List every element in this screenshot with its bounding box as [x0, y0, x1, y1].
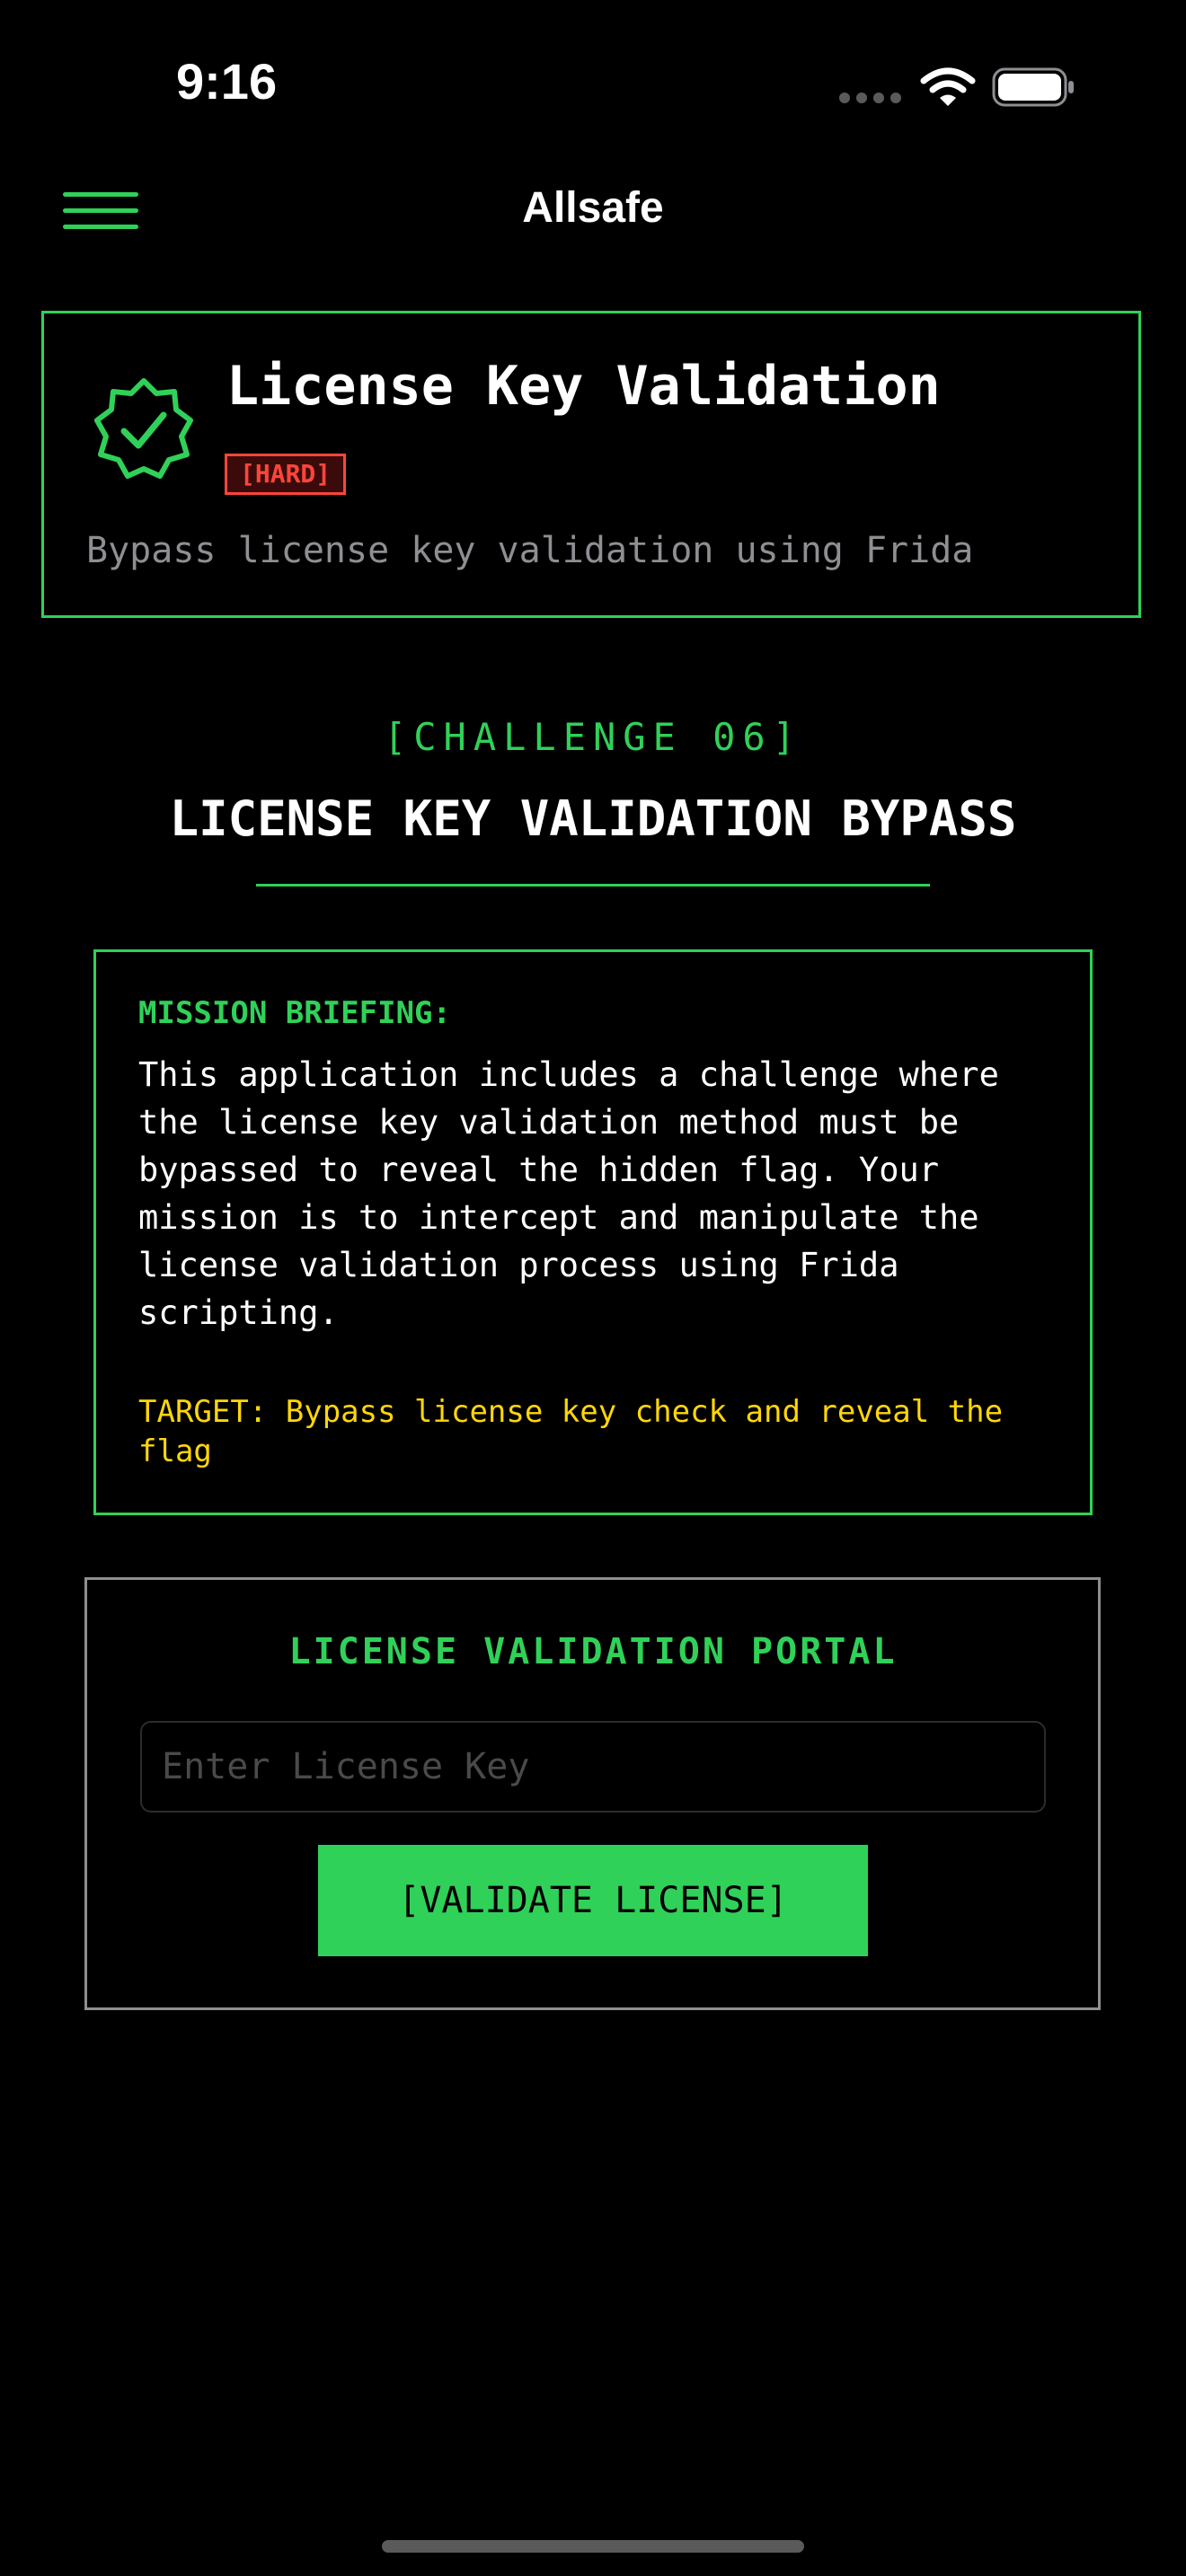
verified-badge-icon	[94, 378, 193, 479]
wifi-icon	[920, 67, 976, 106]
home-indicator[interactable]	[382, 2540, 804, 2553]
validate-license-button[interactable]: [VALIDATE LICENSE]	[318, 1845, 868, 1956]
challenge-tag: [CHALLENGE 06]	[383, 715, 802, 759]
status-time: 9:16	[176, 53, 278, 110]
nav-title: Allsafe	[522, 184, 664, 232]
card-title: License Key Validation	[226, 355, 941, 418]
signal-icon	[839, 93, 902, 105]
portal-title: LICENSE VALIDATION PORTAL	[288, 1631, 898, 1672]
difficulty-badge: [HARD]	[225, 454, 347, 495]
battery-icon	[992, 67, 1074, 107]
mission-heading: MISSION BRIEFING:	[138, 995, 451, 1031]
challenge-title: LICENSE KEY VALIDATION BYPASS	[169, 790, 1017, 847]
mission-target: TARGET: Bypass license key check and rev…	[138, 1394, 1004, 1469]
title-divider	[256, 884, 930, 887]
card-subtitle: Bypass license key validation using Frid…	[86, 530, 974, 571]
license-key-input[interactable]	[140, 1721, 1046, 1813]
mission-body: This application includes a challenge wh…	[138, 1055, 999, 1332]
